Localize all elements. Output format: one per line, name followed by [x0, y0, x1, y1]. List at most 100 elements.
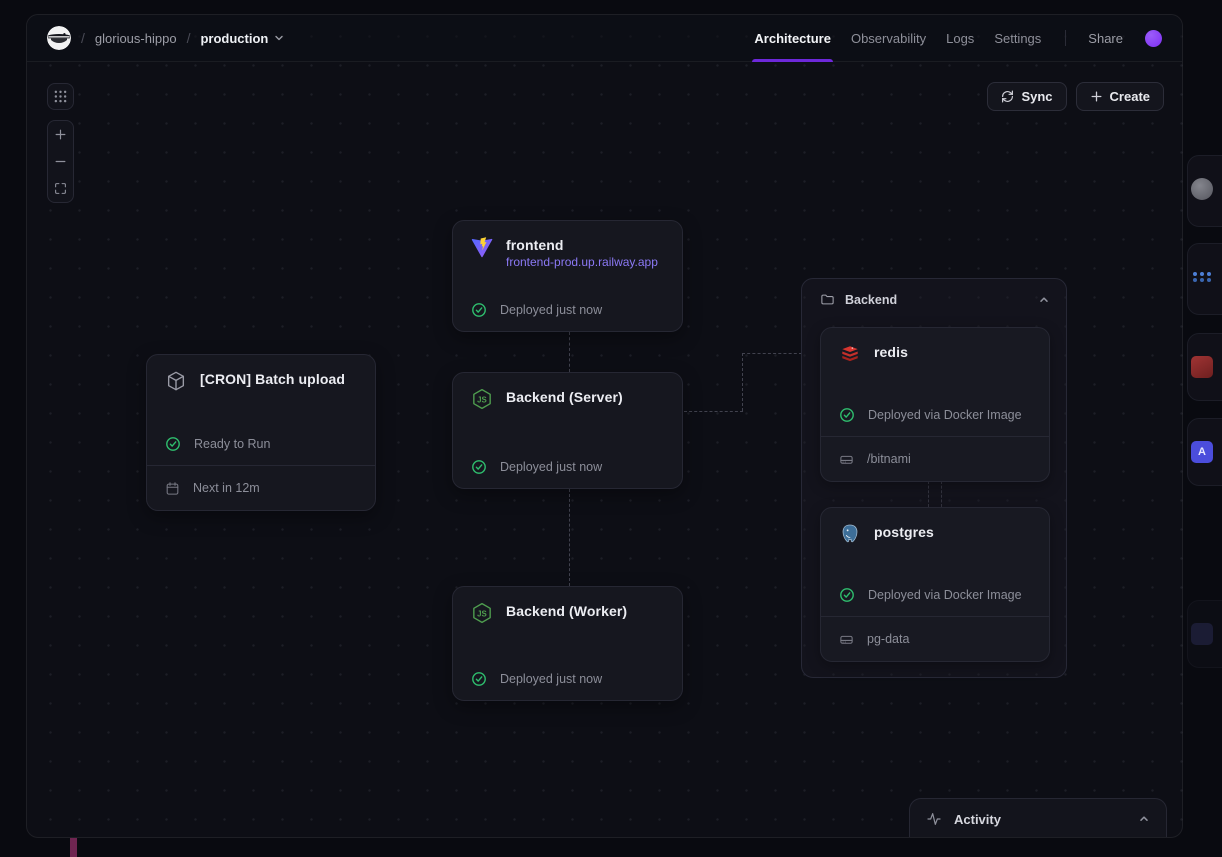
sync-label: Sync	[1021, 89, 1052, 104]
cron-schedule-row[interactable]: Next in 12m	[147, 465, 375, 510]
service-group-backend[interactable]: Backend	[801, 278, 1067, 678]
create-label: Create	[1110, 89, 1150, 104]
edge-frontend-server	[569, 332, 570, 372]
service-card-cron[interactable]: [CRON] Batch upload Ready to Run Next in…	[146, 354, 376, 511]
service-card-backend-server[interactable]: JS Backend (Server) Deployed just now	[452, 372, 683, 489]
group-title: Backend	[845, 293, 897, 307]
clipped-card	[1187, 600, 1222, 668]
deploy-status: Deployed just now	[500, 672, 602, 686]
desktop-background: A / glorious-hippo / production	[0, 0, 1222, 857]
service-card-postgres[interactable]: postgres Deployed via Docker Image pg-	[820, 507, 1050, 662]
dot-grid-icon	[54, 90, 67, 103]
edge-server-redis	[742, 353, 802, 354]
service-domain-link[interactable]: frontend-prod.up.railway.app	[506, 255, 658, 269]
tab-architecture[interactable]: Architecture	[744, 15, 841, 61]
user-avatar[interactable]	[1145, 30, 1162, 47]
environment-name: production	[200, 31, 268, 46]
clipped-service-icon	[1191, 356, 1213, 378]
service-card-redis[interactable]: redis Deployed via Docker Image /bitna	[820, 327, 1050, 482]
sync-icon	[1001, 90, 1014, 103]
chevron-down-icon	[274, 33, 284, 43]
volume-name: pg-data	[867, 632, 909, 646]
cube-icon	[165, 370, 187, 392]
nodejs-icon: JS	[471, 602, 493, 624]
edge-server-redis	[742, 353, 743, 411]
breadcrumb-project[interactable]: glorious-hippo	[95, 31, 177, 46]
chevron-up-icon	[1038, 294, 1050, 306]
postgres-icon	[839, 523, 861, 545]
clipped-service-icon: A	[1191, 441, 1213, 463]
service-title: postgres	[874, 524, 934, 540]
clipped-service-icon	[1191, 623, 1213, 645]
activity-expand-button[interactable]	[1138, 813, 1150, 825]
main-nav: Architecture Observability Logs Settings…	[744, 15, 1162, 61]
calendar-icon	[165, 481, 180, 496]
fit-view-button[interactable]	[48, 175, 73, 202]
clipped-service-icon	[1191, 178, 1213, 200]
deploy-status: Deployed just now	[500, 303, 602, 317]
clipped-card	[1187, 155, 1222, 227]
service-card-backend-worker[interactable]: JS Backend (Worker) Deployed just now	[452, 586, 683, 701]
redis-icon	[839, 343, 861, 365]
edge-server-worker	[569, 489, 570, 586]
deploy-status: Deployed via Docker Image	[868, 408, 1022, 422]
service-title: redis	[874, 344, 908, 360]
sync-button[interactable]: Sync	[987, 82, 1066, 111]
activity-panel-toggle[interactable]: Activity	[909, 798, 1167, 838]
deploy-status: Deployed just now	[500, 460, 602, 474]
activity-label: Activity	[954, 812, 1001, 827]
deploy-success-icon	[839, 407, 855, 423]
service-title: frontend	[506, 237, 658, 253]
volume-row[interactable]: /bitnami	[821, 436, 1049, 481]
active-tab-indicator	[752, 59, 833, 62]
tab-settings[interactable]: Settings	[984, 15, 1051, 61]
volume-row[interactable]: pg-data	[821, 616, 1049, 661]
architecture-canvas[interactable]: / glorious-hippo / production Architectu…	[26, 14, 1183, 838]
canvas-actions: Sync Create	[987, 82, 1164, 111]
deploy-success-icon	[471, 671, 487, 687]
clipped-service-icon	[1191, 266, 1213, 288]
hard-drive-icon	[839, 452, 854, 467]
clipped-card	[1187, 243, 1222, 315]
service-card-frontend[interactable]: frontend frontend-prod.up.railway.app De…	[452, 220, 683, 332]
tab-logs[interactable]: Logs	[936, 15, 984, 61]
share-button[interactable]: Share	[1080, 31, 1131, 46]
top-navbar: / glorious-hippo / production Architectu…	[27, 15, 1182, 62]
ready-status-icon	[165, 436, 181, 452]
minus-icon	[54, 155, 67, 168]
plus-icon	[54, 128, 67, 141]
edge-server-redis	[684, 411, 743, 412]
tab-observability[interactable]: Observability	[841, 15, 936, 61]
group-collapse-button[interactable]	[1038, 294, 1050, 306]
chevron-up-icon	[1138, 813, 1150, 825]
deploy-status: Ready to Run	[194, 437, 270, 451]
zoom-out-button[interactable]	[48, 148, 73, 175]
volume-name: /bitnami	[867, 452, 911, 466]
service-title: Backend (Server)	[506, 389, 623, 405]
activity-pulse-icon	[926, 811, 942, 827]
clipped-card: A	[1187, 418, 1222, 486]
tab-label: Architecture	[754, 31, 831, 46]
tab-label: Settings	[994, 31, 1041, 46]
environment-selector[interactable]: production	[200, 31, 284, 46]
tab-label: Logs	[946, 31, 974, 46]
layout-grid-button[interactable]	[47, 83, 74, 110]
plus-icon	[1090, 90, 1103, 103]
breadcrumb-separator: /	[81, 30, 85, 46]
create-button[interactable]: Create	[1076, 82, 1164, 111]
service-title: [CRON] Batch upload	[200, 371, 345, 387]
text-caret-artifact	[70, 838, 77, 857]
zoom-in-button[interactable]	[48, 121, 73, 148]
service-title: Backend (Worker)	[506, 603, 627, 619]
zoom-controls	[47, 120, 74, 203]
deploy-success-icon	[839, 587, 855, 603]
deploy-status: Deployed via Docker Image	[868, 588, 1022, 602]
nodejs-icon: JS	[471, 388, 493, 410]
group-header: Backend	[802, 279, 1066, 307]
vite-icon	[471, 236, 493, 258]
tab-label: Observability	[851, 31, 926, 46]
folder-icon	[820, 292, 835, 307]
breadcrumb-separator: /	[187, 30, 191, 46]
railway-logo-icon[interactable]	[47, 26, 71, 50]
maximize-icon	[54, 182, 67, 195]
